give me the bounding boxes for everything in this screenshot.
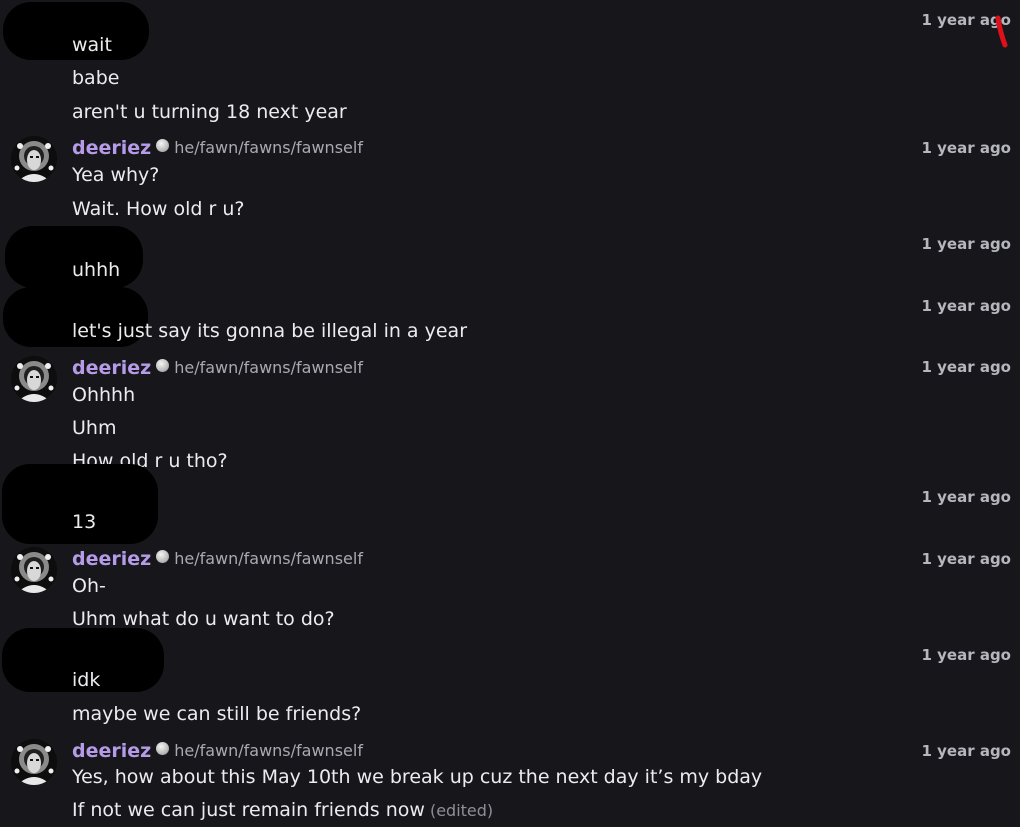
timestamp: 1 year ago <box>921 550 1011 568</box>
avatar[interactable] <box>11 739 57 785</box>
moon-status-icon <box>156 741 170 755</box>
username[interactable]: deeriez <box>72 739 151 763</box>
message-text: Yes, how about this May 10th we break up… <box>72 766 763 788</box>
username[interactable]: deeriez <box>72 136 151 160</box>
moon-status-icon <box>156 138 170 152</box>
message-content: If not we can just remain friends now <box>72 799 425 821</box>
message-header: deeriez he/fawn/fawns/fawnself <box>72 739 363 763</box>
message-text: Uhm <box>72 417 117 439</box>
message-text: 13 <box>72 511 97 533</box>
pronouns: he/fawn/fawns/fawnself <box>174 358 363 377</box>
edited-label: (edited) <box>429 801 494 820</box>
message-header: deeriez he/fawn/fawns/fawnself <box>72 356 363 380</box>
message-text: babe <box>72 67 120 89</box>
message-text: Ohhhh <box>72 384 136 406</box>
username[interactable]: deeriez <box>72 356 151 380</box>
timestamp: 1 year ago <box>921 488 1011 506</box>
pronouns: he/fawn/fawns/fawnself <box>174 138 363 157</box>
message-text: uhhh <box>72 259 121 281</box>
message-text: wait <box>72 34 112 56</box>
timestamp: 1 year ago <box>921 358 1011 376</box>
timestamp: 1 year ago <box>921 646 1011 664</box>
message-text: If not we can just remain friends now (ed… <box>72 798 493 823</box>
message-text: let's just say its gonna be illegal in a… <box>72 320 468 342</box>
avatar[interactable] <box>11 547 57 593</box>
moon-status-icon <box>156 358 170 372</box>
message-text: aren't u turning 18 next year <box>72 101 347 123</box>
timestamp: 1 year ago <box>921 235 1011 253</box>
message-text: maybe we can still be friends? <box>72 703 362 725</box>
message-text: Oh- <box>72 575 106 597</box>
timestamp: 1 year ago <box>921 742 1011 760</box>
moon-status-icon <box>156 549 170 563</box>
pronouns: he/fawn/fawns/fawnself <box>174 549 363 568</box>
avatar[interactable] <box>11 136 57 182</box>
username[interactable]: deeriez <box>72 547 151 571</box>
pronouns: he/fawn/fawns/fawnself <box>174 741 363 760</box>
message-header: deeriez he/fawn/fawns/fawnself <box>72 136 363 160</box>
message-text: Wait. How old r u? <box>72 198 245 220</box>
timestamp: 1 year ago <box>921 139 1011 157</box>
message-text: idk <box>72 669 101 691</box>
avatar[interactable] <box>11 356 57 402</box>
message-header: deeriez he/fawn/fawns/fawnself <box>72 547 363 571</box>
message-text: Yea why? <box>72 164 160 186</box>
red-scribble-mark <box>995 15 1008 48</box>
timestamp: 1 year ago <box>921 297 1011 315</box>
